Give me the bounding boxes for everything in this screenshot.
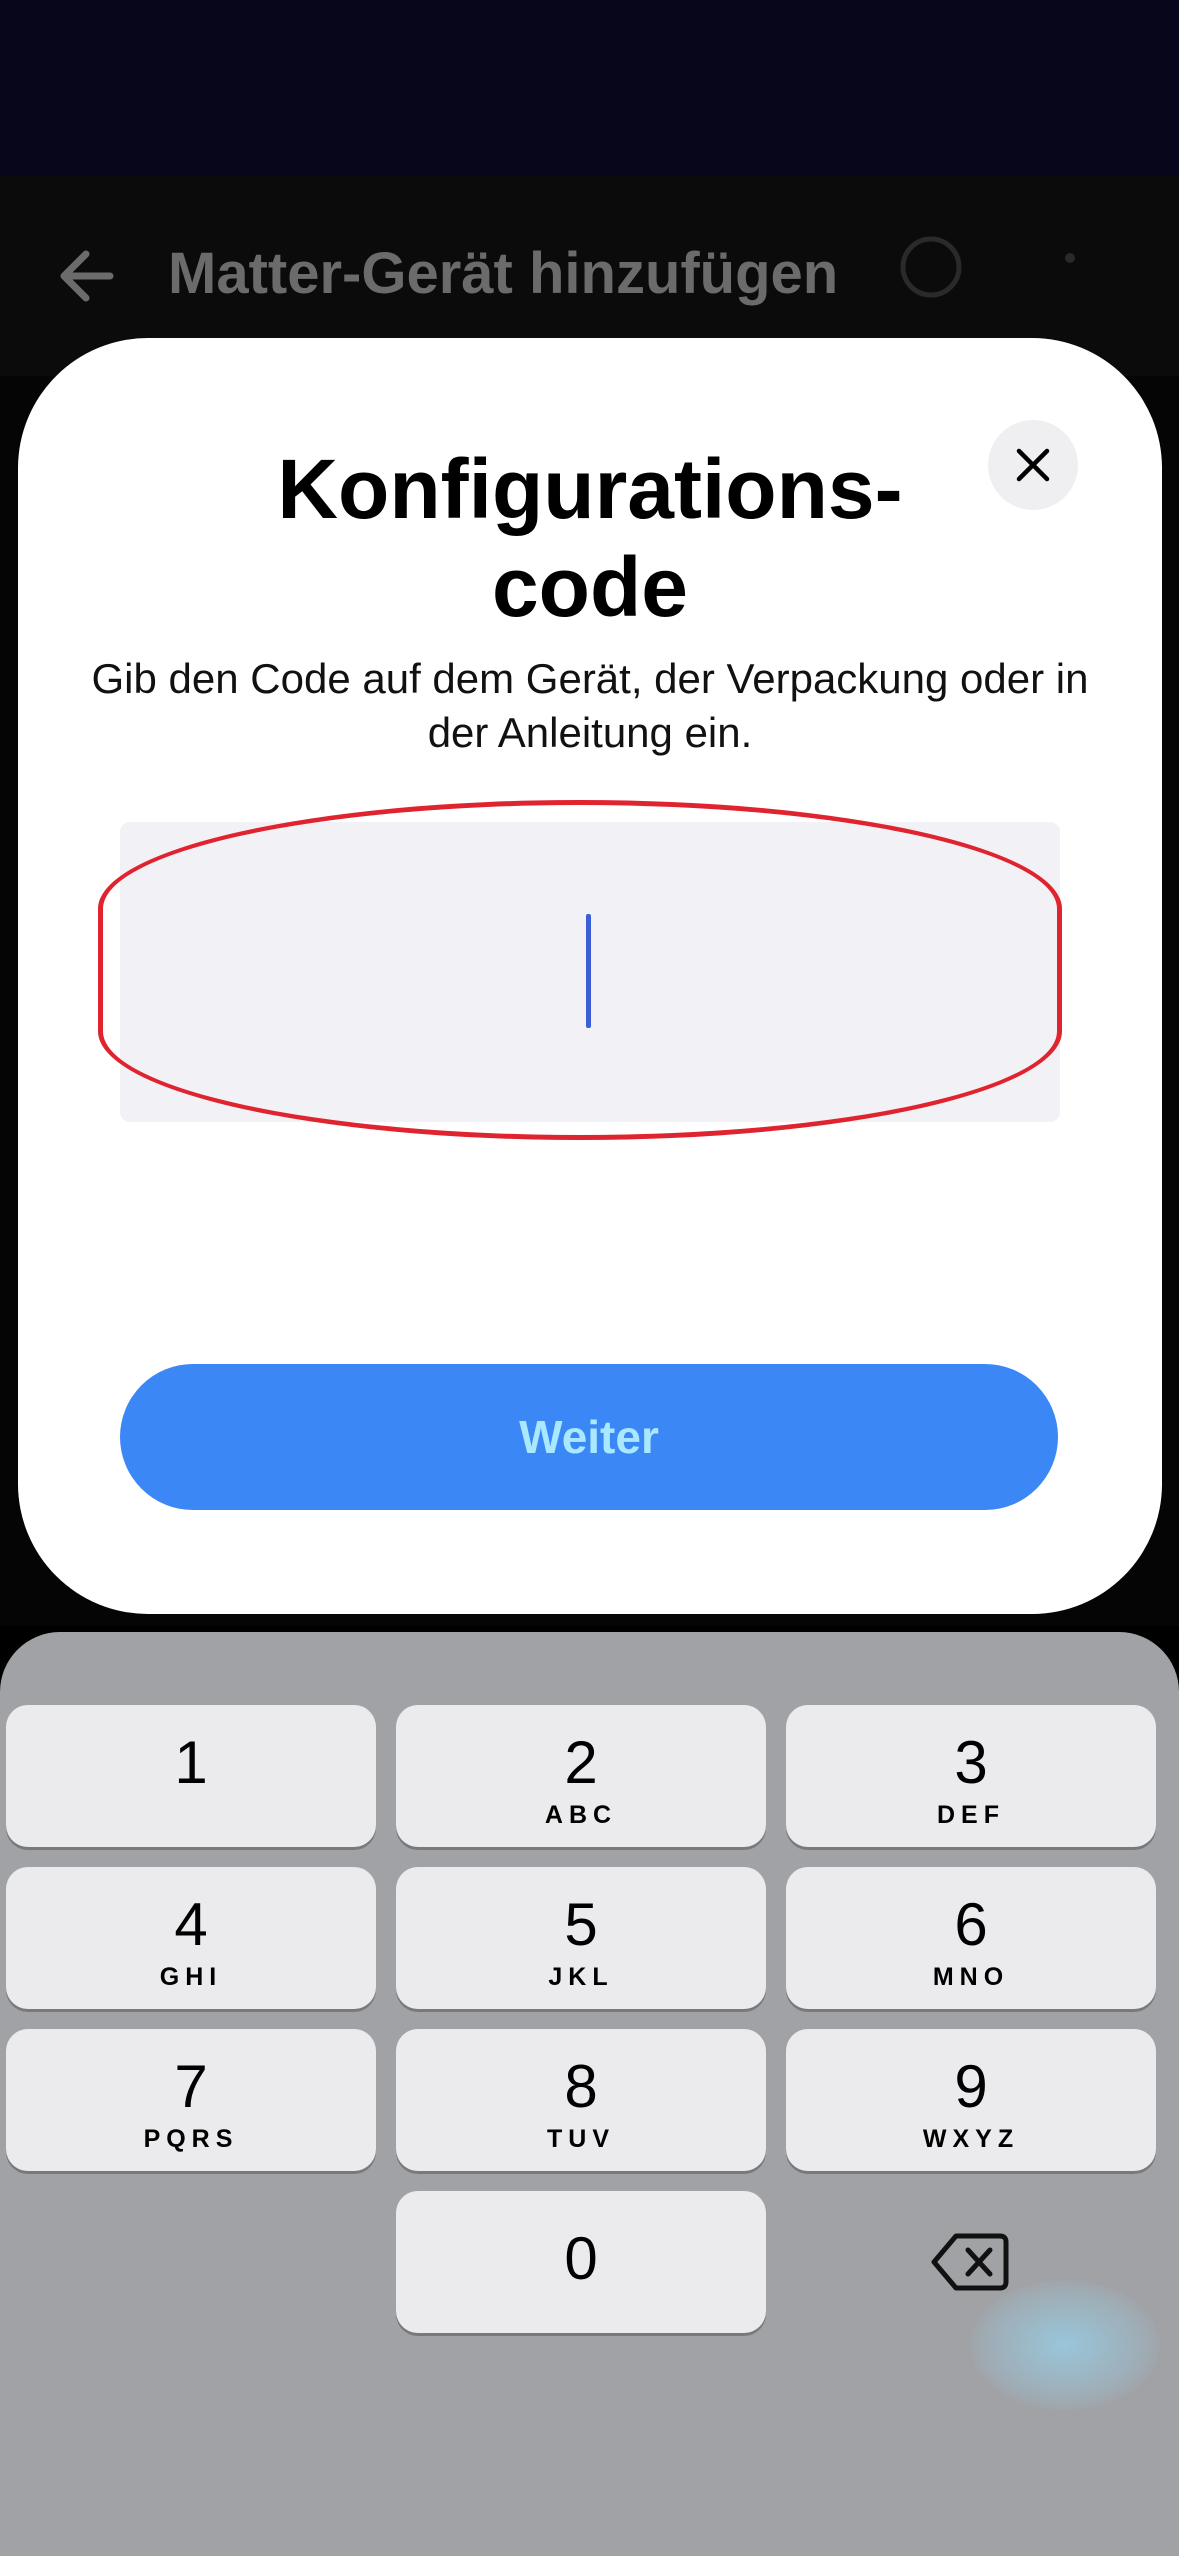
key-letters: JKL (548, 1963, 614, 1991)
highlight-ring (98, 800, 1062, 1140)
key-letters: TUV (547, 2125, 615, 2153)
key-digit: 3 (954, 1729, 988, 1796)
key-5[interactable]: 5 JKL (396, 1867, 766, 2009)
continue-button[interactable]: Weiter (120, 1364, 1058, 1510)
key-letters: WXYZ (922, 2125, 1020, 2153)
key-4[interactable]: 4 GHI (6, 1867, 376, 2009)
key-digit: 7 (174, 2053, 208, 2120)
key-9[interactable]: 9 WXYZ (786, 2029, 1156, 2171)
backspace-icon[interactable] (930, 2230, 1010, 2294)
more-vertical-icon[interactable] (1050, 232, 1090, 312)
key-letters: MNO (932, 1963, 1010, 1991)
key-digit: 8 (564, 2053, 598, 2120)
key-8[interactable]: 8 TUV (396, 2029, 766, 2171)
key-2[interactable]: 2 ABC (396, 1705, 766, 1847)
sheet-title: Konfigurations- code (200, 440, 980, 636)
close-button[interactable] (988, 420, 1078, 510)
key-6[interactable]: 6 MNO (786, 1867, 1156, 2009)
key-letters: ABC (544, 1801, 618, 1829)
sheet-title-text: Konfigurations- code (277, 442, 903, 634)
sheet-description: Gib den Code auf dem Gerät, der Verpacku… (91, 655, 1089, 756)
key-digit: 5 (564, 1891, 598, 1958)
close-icon (1016, 448, 1050, 482)
status-bar (0, 0, 1179, 176)
key-letters: PQRS (143, 2125, 239, 2153)
key-digit: 0 (564, 2225, 598, 2292)
key-0[interactable]: 0 (396, 2191, 766, 2333)
page-title: Matter-Gerät hinzufügen (168, 241, 839, 306)
arrow-left-icon[interactable] (48, 236, 128, 316)
key-digit: 1 (174, 1729, 208, 1796)
help-circle-icon[interactable] (896, 232, 966, 302)
key-letters: DEF (937, 1801, 1005, 1829)
key-7[interactable]: 7 PQRS (6, 2029, 376, 2171)
key-digit: 2 (564, 1729, 598, 1796)
key-3[interactable]: 3 DEF (786, 1705, 1156, 1847)
touch-indicator (970, 2280, 1160, 2410)
key-1[interactable]: 1 (6, 1705, 376, 1847)
key-digit: 4 (174, 1891, 208, 1958)
key-digit: 6 (954, 1891, 988, 1958)
key-letters: GHI (159, 1963, 223, 1991)
key-digit: 9 (954, 2053, 988, 2120)
